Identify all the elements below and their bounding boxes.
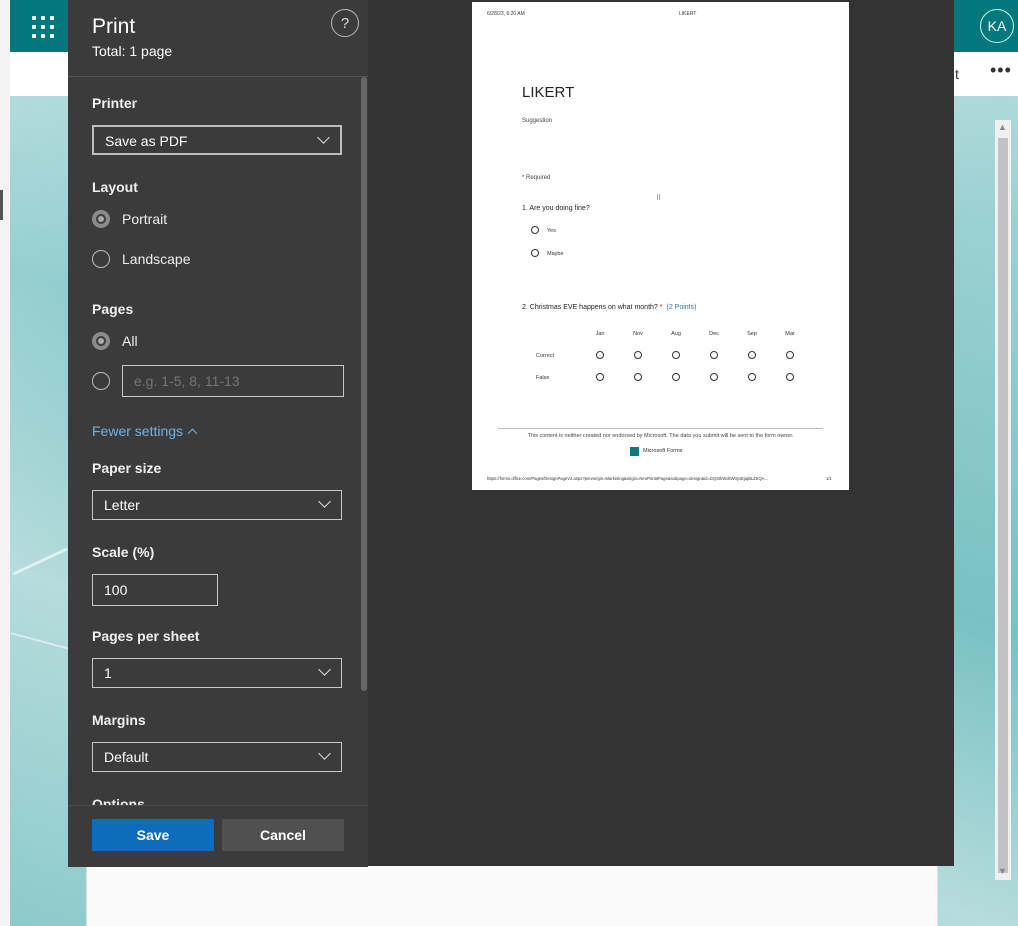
margins-value: Default (104, 749, 149, 765)
paper-size-value: Letter (104, 497, 140, 513)
pages-all-radio[interactable] (92, 332, 110, 350)
likert-radio (596, 373, 604, 381)
paper-size-label: Paper size (92, 460, 162, 476)
q2-points: (2 Points) (666, 304, 697, 311)
printer-label: Printer (92, 95, 138, 111)
likert-radio (710, 373, 718, 381)
landscape-radio[interactable] (92, 250, 110, 268)
help-icon[interactable]: ? (331, 9, 359, 37)
pages-all-label[interactable]: All (122, 333, 138, 349)
likert-column: Mar (785, 331, 795, 337)
command-bar-text: t (955, 66, 959, 82)
margins-label: Margins (92, 712, 146, 728)
likert-row: Correct (536, 353, 555, 359)
printer-select[interactable]: Save as PDF (92, 125, 342, 155)
likert-column: Nov (633, 331, 643, 337)
portrait-label[interactable]: Portrait (122, 211, 167, 227)
likert-radio (710, 351, 718, 359)
form-title: LIKERT (522, 84, 575, 101)
preview-header-title: LIKERT (679, 11, 697, 17)
avatar[interactable]: KA (980, 9, 1014, 43)
portrait-radio[interactable] (92, 210, 110, 228)
pages-custom-input[interactable] (122, 365, 344, 397)
options-label: Options (92, 796, 145, 805)
likert-radio (672, 373, 680, 381)
chevron-down-icon (318, 747, 331, 760)
page-count: 1/1 (826, 476, 832, 481)
likert-radio (634, 373, 642, 381)
q1-option-maybe: Maybe (547, 251, 564, 257)
fewer-settings-link[interactable]: Fewer settings (92, 423, 198, 439)
q2-required-star: * (659, 304, 663, 311)
footer-divider (498, 428, 823, 429)
pages-label: Pages (92, 301, 134, 317)
question-1: 1. Are you doing fine? (522, 205, 590, 212)
printer-value: Save as PDF (105, 133, 188, 149)
chevron-down-icon (317, 131, 330, 144)
disclaimer: This content is neither created nor endo… (527, 433, 794, 439)
fewer-settings-label: Fewer settings (92, 423, 184, 439)
likert-column: Dec (709, 331, 719, 337)
scroll-down-icon[interactable]: ▼ (998, 866, 1007, 876)
pages-custom-radio[interactable] (92, 372, 110, 390)
q1-option-radio (531, 249, 539, 257)
preview-header-date: 6/28/23, 6:20 AM (487, 11, 525, 17)
q1-option-yes: Yes (547, 228, 556, 234)
scale-label: Scale (%) (92, 544, 155, 560)
dialog-title: Print (92, 15, 136, 38)
required-text: Required (526, 175, 551, 181)
app-launcher-icon[interactable] (32, 16, 54, 38)
paper-size-select[interactable]: Letter (92, 490, 342, 520)
settings-scrollbar-thumb[interactable] (361, 77, 367, 691)
likert-radio (786, 373, 794, 381)
likert-radio (596, 351, 604, 359)
landscape-label[interactable]: Landscape (122, 251, 191, 267)
chevron-down-icon (318, 495, 331, 508)
likert-row: False (536, 375, 550, 381)
page-scrollbar-thumb[interactable] (998, 138, 1008, 873)
save-button[interactable]: Save (92, 819, 214, 851)
likert-column: Jan (595, 331, 605, 337)
cancel-button[interactable]: Cancel (222, 819, 344, 851)
microsoft-forms-icon (630, 447, 639, 456)
likert-radio (634, 351, 642, 359)
likert-radio (786, 351, 794, 359)
settings-scroll-area: Printer Save as PDF Layout Portrait Land… (68, 77, 368, 805)
scroll-up-icon[interactable]: ▲ (998, 122, 1007, 132)
likert-radio (748, 351, 756, 359)
page-total: Total: 1 page (92, 43, 173, 59)
drag-handle-icon: ⠿ (656, 195, 662, 202)
required-star: * (522, 175, 525, 181)
likert-radio (672, 351, 680, 359)
footer-url: https://forms.office.com/Pages/DesignPag… (487, 476, 768, 481)
dialog-footer: Save Cancel (68, 805, 368, 867)
layout-label: Layout (92, 179, 138, 195)
scale-input[interactable]: 100 (92, 574, 218, 606)
likert-column: Sep (747, 331, 757, 337)
chevron-up-icon (187, 428, 198, 439)
chevron-down-icon (318, 663, 331, 676)
pages-per-sheet-label: Pages per sheet (92, 628, 200, 644)
brand-name: Microsoft Forms (643, 448, 683, 454)
question-2: 2. Christmas EVE happens on what month? … (522, 304, 696, 311)
print-settings-panel: Print Total: 1 page ? Printer Save as PD… (68, 0, 368, 867)
likert-column: Aug (671, 331, 681, 337)
form-subtitle: Suggestion (522, 118, 553, 124)
left-notch (0, 190, 3, 220)
margins-select[interactable]: Default (92, 742, 342, 772)
q1-option-radio (531, 226, 539, 234)
print-preview-page: 6/28/23, 6:20 AM LIKERT LIKERT Suggestio… (472, 2, 849, 490)
background-form-page (86, 865, 938, 926)
pages-per-sheet-value: 1 (104, 665, 112, 681)
likert-radio (748, 373, 756, 381)
q2-text: 2. Christmas EVE happens on what month? (522, 304, 658, 311)
required-note: * Required (522, 175, 550, 181)
pages-per-sheet-select[interactable]: 1 (92, 658, 342, 688)
more-options-icon[interactable]: ••• (990, 60, 1012, 81)
